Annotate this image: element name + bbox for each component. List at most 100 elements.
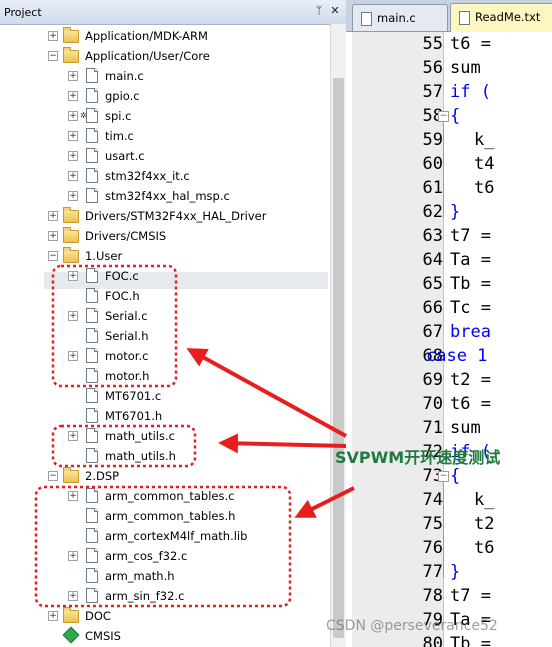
tree-item-label: arm_math.h xyxy=(105,569,175,583)
expand-icon[interactable]: + xyxy=(68,171,78,181)
tree-file[interactable]: + ✲ spi.c xyxy=(0,106,330,126)
tree-folder[interactable]: + Application/MDK-ARM xyxy=(0,26,330,46)
tree-folder[interactable]: − 1.User xyxy=(0,246,330,266)
expand-icon[interactable]: + xyxy=(68,551,78,561)
tree-folder[interactable]: + DOC xyxy=(0,606,330,626)
tree-file[interactable]: + gpio.c xyxy=(0,86,330,106)
tree-file[interactable]: + math_utils.c xyxy=(0,426,330,446)
project-pane-title: Project xyxy=(4,6,42,19)
tree-file[interactable]: + arm_sin_f32.c xyxy=(0,586,330,606)
expand-icon[interactable]: + xyxy=(48,231,58,241)
fold-guide xyxy=(443,482,444,578)
expand-icon[interactable]: + xyxy=(68,111,78,121)
tree-item-label: MT6701.c xyxy=(105,389,162,403)
text-file-icon xyxy=(459,11,470,25)
tree-file[interactable]: arm_cortexM4lf_math.lib xyxy=(0,526,330,546)
tree-file[interactable]: math_utils.h xyxy=(0,446,330,466)
tree-folder[interactable]: + Drivers/STM32F4xx_HAL_Driver xyxy=(0,206,330,226)
tree-folder[interactable]: − 2.DSP xyxy=(0,466,330,486)
code-line: { xyxy=(450,106,461,126)
expand-icon[interactable]: + xyxy=(48,611,58,621)
folder-icon xyxy=(63,247,79,263)
line-number: 76 xyxy=(422,538,443,558)
line-number: 64 xyxy=(422,250,443,270)
tree-item-label: spi.c xyxy=(105,109,132,123)
tab-label: ReadMe.txt xyxy=(475,10,541,24)
tree-file[interactable]: + stm32f4xx_hal_msp.c xyxy=(0,186,330,206)
tree-file[interactable]: CMSIS xyxy=(0,626,330,646)
tree-folder[interactable]: + Drivers/CMSIS xyxy=(0,226,330,246)
tree-file[interactable]: + usart.c xyxy=(0,146,330,166)
collapse-icon[interactable]: − xyxy=(48,471,58,481)
code-line: t7 = xyxy=(450,586,491,606)
fold-collapse-icon[interactable]: − xyxy=(438,111,449,122)
pin-icon[interactable]: ᛘ xyxy=(312,4,326,18)
tree-file[interactable]: arm_common_tables.h xyxy=(0,506,330,526)
tree-file[interactable]: + stm32f4xx_it.c xyxy=(0,166,330,186)
tree-file[interactable]: FOC.h xyxy=(0,286,330,306)
tree-item-label: CMSIS xyxy=(85,629,121,643)
tree-file[interactable]: + FOC.c xyxy=(0,266,330,286)
expand-icon[interactable]: + xyxy=(68,151,78,161)
expand-icon[interactable]: + xyxy=(68,71,78,81)
collapse-icon[interactable]: − xyxy=(48,51,58,61)
file-icon xyxy=(86,568,98,583)
file-icon xyxy=(86,588,98,603)
code-line: sum xyxy=(450,418,491,438)
tree-file[interactable]: + arm_cos_f32.c xyxy=(0,546,330,566)
tree-file[interactable]: + arm_common_tables.c xyxy=(0,486,330,506)
tree-file[interactable]: + main.c xyxy=(0,66,330,86)
tree-item-label: arm_sin_f32.c xyxy=(105,589,185,603)
tree-file[interactable]: + Serial.c xyxy=(0,306,330,326)
expand-icon[interactable]: + xyxy=(68,191,78,201)
tree-file[interactable]: MT6701.c xyxy=(0,386,330,406)
code-line: t4 xyxy=(474,154,495,174)
expand-icon[interactable]: + xyxy=(68,311,78,321)
file-icon xyxy=(86,388,98,403)
expand-icon[interactable]: + xyxy=(68,131,78,141)
expand-icon[interactable]: + xyxy=(48,211,58,221)
tree-folder[interactable]: − Application/User/Core xyxy=(0,46,330,66)
line-number: 66 xyxy=(422,298,443,318)
code-line: case 1 xyxy=(426,346,488,366)
tree-item-label: arm_cos_f32.c xyxy=(105,549,188,563)
expand-icon[interactable]: + xyxy=(68,431,78,441)
line-number: 73 xyxy=(422,466,443,486)
expand-icon[interactable]: + xyxy=(68,591,78,601)
tree-item-label: main.c xyxy=(105,69,144,83)
cmsis-component-icon xyxy=(62,626,80,644)
tree-file[interactable]: + motor.c xyxy=(0,346,330,366)
collapse-icon[interactable]: − xyxy=(48,251,58,261)
fold-collapse-icon[interactable]: − xyxy=(438,471,449,482)
tree-file[interactable]: + tim.c xyxy=(0,126,330,146)
tree-file[interactable]: arm_math.h xyxy=(0,566,330,586)
line-number: 59 xyxy=(422,130,443,150)
expand-icon[interactable]: + xyxy=(48,31,58,41)
line-number: 63 xyxy=(422,226,443,246)
tree-file[interactable]: motor.h xyxy=(0,366,330,386)
expand-icon[interactable]: + xyxy=(68,491,78,501)
file-icon xyxy=(86,288,98,303)
project-pane: Project ᛘ ✕ + Application/MDK-ARM − Applica… xyxy=(0,0,346,647)
scrollbar-thumb[interactable] xyxy=(333,78,344,638)
file-icon xyxy=(86,428,98,443)
code-line: Tb = xyxy=(450,274,491,294)
tree-item-label: Serial.c xyxy=(105,309,148,323)
line-number: 65 xyxy=(422,274,443,294)
close-icon[interactable]: ✕ xyxy=(328,4,342,18)
expand-icon[interactable]: + xyxy=(68,91,78,101)
tree-file[interactable]: Serial.h xyxy=(0,326,330,346)
project-tree-scrollbar[interactable] xyxy=(330,24,346,647)
line-number: 69 xyxy=(422,370,443,390)
c-file-icon xyxy=(361,12,372,26)
code-line: brea xyxy=(450,322,491,342)
tab-main-c[interactable]: main.c xyxy=(352,4,448,31)
watermark: CSDN @perseverance52 xyxy=(326,618,498,634)
expand-icon[interactable]: + xyxy=(68,271,78,281)
tree-item-label: motor.c xyxy=(105,349,149,363)
tree-file[interactable]: MT6701.h xyxy=(0,406,330,426)
code-line: k_ xyxy=(474,490,495,510)
expand-icon[interactable]: + xyxy=(68,351,78,361)
file-icon xyxy=(86,188,98,203)
tab-readme-txt[interactable]: ReadMe.txt xyxy=(450,3,552,32)
